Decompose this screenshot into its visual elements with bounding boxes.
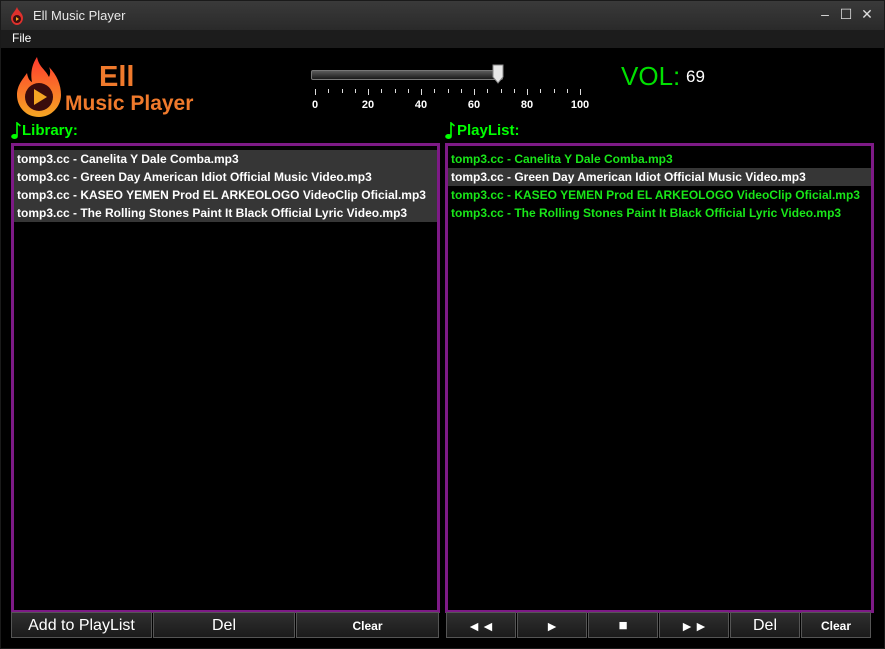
- maximize-button[interactable]: ☐: [835, 4, 857, 24]
- volume-tick: [368, 89, 369, 95]
- close-button[interactable]: ✕: [856, 4, 878, 24]
- logo-flame-play-icon: [17, 57, 61, 117]
- volume-tick-label: 60: [467, 99, 481, 111]
- volume-tick-label: 80: [520, 99, 534, 111]
- next-button[interactable]: ►►: [659, 612, 729, 638]
- volume-tick: [447, 89, 449, 93]
- playlist-list-item[interactable]: tomp3.cc - The Rolling Stones Paint It B…: [448, 204, 871, 222]
- library-clear-button[interactable]: Clear: [296, 612, 439, 638]
- library-list-item[interactable]: tomp3.cc - The Rolling Stones Paint It B…: [14, 204, 437, 222]
- volume-tick: [527, 89, 528, 95]
- volume-slider[interactable]: 0 20 40 60 80 100: [305, 63, 595, 113]
- playlist-list-item[interactable]: tomp3.cc - KASEO YEMEN Prod EL ARKEOLOGO…: [448, 186, 871, 204]
- volume-tick: [566, 89, 568, 93]
- volume-tick-label: 20: [361, 99, 375, 111]
- volume-tick: [460, 89, 462, 93]
- library-del-button[interactable]: Del: [153, 612, 295, 638]
- brand-subtitle: Music Player: [65, 92, 194, 115]
- menu-bar: File: [1, 30, 884, 48]
- volume-slider-thumb[interactable]: [492, 64, 504, 84]
- volume-tick: [580, 89, 581, 95]
- library-list-item[interactable]: tomp3.cc - Green Day American Idiot Offi…: [14, 168, 437, 186]
- playlist-list-item[interactable]: tomp3.cc - Green Day American Idiot Offi…: [448, 168, 871, 186]
- minimize-button[interactable]: –: [814, 4, 836, 24]
- volume-tick: [407, 89, 409, 93]
- menu-file[interactable]: File: [12, 31, 31, 45]
- volume-tick: [487, 89, 489, 93]
- volume-tick: [513, 89, 515, 93]
- title-bar: Ell Music Player – ☐ ✕: [1, 1, 884, 31]
- previous-button[interactable]: ◄◄: [446, 612, 516, 638]
- playlist-del-button[interactable]: Del: [730, 612, 800, 638]
- volume-tick: [540, 89, 542, 93]
- main-content: Ell Music Player 0 20 40 60 80 100 VOL: 69 Li…: [7, 49, 878, 645]
- playlist-clear-button[interactable]: Clear: [801, 612, 871, 638]
- volume-value: 69: [686, 67, 705, 86]
- playlist-title: PlayList:: [457, 122, 520, 139]
- volume-tick: [421, 89, 422, 95]
- window-title: Ell Music Player: [33, 8, 126, 23]
- volume-tick: [381, 89, 383, 93]
- library-list-item[interactable]: tomp3.cc - Canelita Y Dale Comba.mp3: [14, 150, 437, 168]
- volume-tick: [341, 89, 343, 93]
- brand-title: Ell: [99, 61, 135, 93]
- play-button[interactable]: ►: [517, 612, 587, 638]
- stop-button[interactable]: ■: [588, 612, 658, 638]
- volume-tick: [434, 89, 436, 93]
- library-list[interactable]: tomp3.cc - Canelita Y Dale Comba.mp3 tomp…: [11, 143, 440, 613]
- volume-tick: [474, 89, 475, 95]
- volume-tick: [394, 89, 396, 93]
- music-note-icon: [11, 122, 21, 139]
- volume-tick: [328, 89, 330, 93]
- volume-tick: [500, 89, 502, 93]
- app-icon: [11, 7, 23, 25]
- volume-label: VOL:: [621, 61, 681, 91]
- volume-tick-label: 0: [311, 99, 319, 111]
- volume-tick: [354, 89, 356, 93]
- playlist-list-item[interactable]: tomp3.cc - Canelita Y Dale Comba.mp3: [448, 150, 871, 168]
- add-to-playlist-button[interactable]: Add to PlayList: [11, 612, 152, 638]
- volume-slider-track[interactable]: [311, 70, 503, 80]
- library-title: Library:: [22, 122, 78, 139]
- volume-tick: [315, 89, 316, 95]
- volume-tick: [553, 89, 555, 93]
- app-window: Ell Music Player – ☐ ✕ File Ell Music Pl…: [0, 0, 885, 649]
- volume-tick-label: 40: [414, 99, 428, 111]
- volume-tick-label: 100: [570, 99, 590, 111]
- music-note-icon: [445, 122, 455, 139]
- library-list-item[interactable]: tomp3.cc - KASEO YEMEN Prod EL ARKEOLOGO…: [14, 186, 437, 204]
- playlist-list[interactable]: tomp3.cc - Canelita Y Dale Comba.mp3 tomp…: [445, 143, 874, 613]
